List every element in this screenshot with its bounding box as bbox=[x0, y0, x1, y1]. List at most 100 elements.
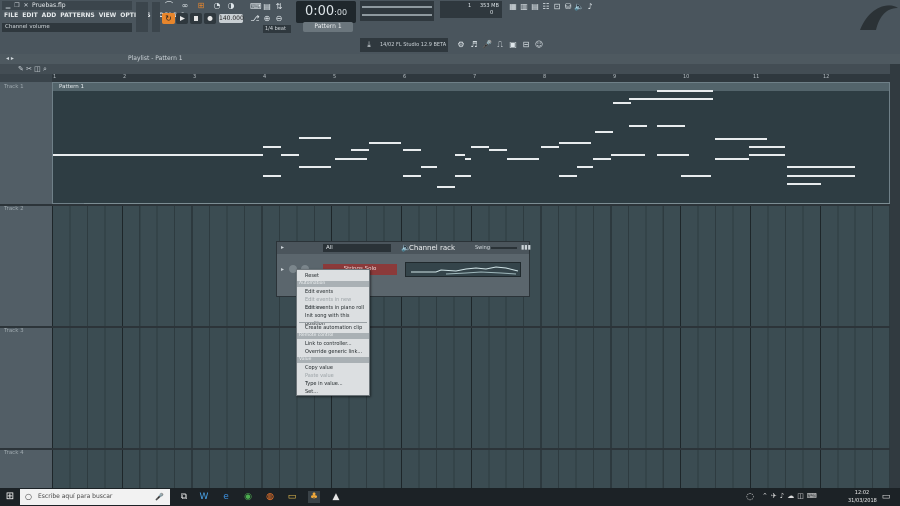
audio-icon[interactable]: ♬ bbox=[469, 40, 479, 50]
menu-create-automation-clip[interactable]: Create automation clip bbox=[297, 324, 369, 332]
record-button[interactable] bbox=[204, 13, 216, 24]
app-icon[interactable]: W bbox=[198, 491, 210, 503]
pattern-selector[interactable]: Pattern 1 bbox=[303, 22, 353, 32]
note bbox=[351, 149, 369, 151]
download-icon[interactable]: ⤓ bbox=[364, 40, 374, 50]
menu-type-in-value[interactable]: Type in value... bbox=[297, 380, 369, 388]
system-tray-icons[interactable]: ⌃✈♪☁◫⌨ bbox=[762, 492, 820, 500]
play-button[interactable] bbox=[176, 13, 188, 24]
fl-studio-taskbar-icon[interactable]: ♣ bbox=[308, 491, 320, 503]
windows-start-icon[interactable]: ⊞ bbox=[4, 491, 16, 503]
overdub-icon[interactable]: ⊕ bbox=[262, 14, 272, 24]
menu-reset[interactable]: Reset bbox=[297, 272, 369, 280]
firefox-icon[interactable]: ◍ bbox=[264, 491, 276, 503]
channel-rack-header: ▸ All 🔈 Channel rack Swing ▮▮▮ bbox=[277, 242, 531, 254]
channel-rack-icon[interactable]: ▤ bbox=[530, 2, 540, 12]
render-icon[interactable]: ⊟ bbox=[521, 40, 531, 50]
photos-icon[interactable]: ▲ bbox=[330, 491, 342, 503]
minimize-icon[interactable]: ▁ bbox=[4, 2, 12, 9]
save-icon[interactable]: ▣ bbox=[508, 40, 518, 50]
stop-button[interactable] bbox=[190, 13, 202, 24]
tempo-display[interactable]: 140.000 bbox=[219, 14, 244, 23]
keyboard-icon[interactable]: ⌨ bbox=[250, 2, 262, 12]
pat-song-icon[interactable]: ⌒ bbox=[164, 1, 174, 11]
channel-expand-icon[interactable]: ▸ bbox=[281, 266, 284, 273]
ruler-tick: 2 bbox=[123, 74, 127, 80]
step-edit-icon[interactable]: ⇅ bbox=[274, 2, 284, 12]
tempo-tapper-icon[interactable]: ♪ bbox=[585, 2, 595, 12]
midi-icon[interactable]: ⎍ bbox=[495, 40, 505, 50]
output-monitor bbox=[360, 1, 434, 21]
note bbox=[489, 149, 507, 151]
menu-view[interactable]: VIEW bbox=[97, 11, 119, 21]
menu-edit-events[interactable]: Edit events bbox=[297, 288, 369, 296]
channel-rack-arrow-icon[interactable]: ▸ bbox=[281, 244, 284, 251]
master-pitch-slider[interactable] bbox=[152, 2, 160, 32]
graph-icon[interactable]: ▮▮▮ bbox=[521, 244, 531, 251]
track-divider bbox=[0, 204, 890, 206]
menu-add[interactable]: ADD bbox=[40, 11, 59, 21]
ruler-tick: 9 bbox=[613, 74, 617, 80]
search-placeholder: Escribe aquí para buscar bbox=[38, 493, 113, 500]
plugin-picker-icon[interactable]: ⛁ bbox=[563, 2, 573, 12]
channel-piano-roll-preview[interactable] bbox=[405, 262, 521, 277]
piano-roll-icon[interactable]: ▥ bbox=[519, 2, 529, 12]
notifications-icon[interactable]: ▭ bbox=[880, 491, 892, 503]
close-icon[interactable]: ✕ bbox=[22, 2, 30, 9]
track-1-label[interactable]: Track 1 bbox=[4, 84, 24, 90]
channel-filter-select[interactable]: All bbox=[323, 244, 391, 252]
snap-select[interactable]: 1/4 beat bbox=[263, 25, 291, 33]
menu-edit[interactable]: EDIT bbox=[20, 11, 39, 21]
timeline-ruler[interactable]: 1 2 3 4 5 6 7 8 9 10 11 12 bbox=[52, 74, 890, 82]
task-view-icon[interactable]: ⧉ bbox=[178, 491, 190, 503]
menu-file[interactable]: FILE bbox=[2, 11, 20, 21]
chrome-icon[interactable]: ◉ bbox=[242, 491, 254, 503]
master-volume-slider[interactable] bbox=[136, 2, 148, 32]
playlist-vertical-scrollbar[interactable] bbox=[890, 64, 900, 488]
metronome-icon[interactable]: ◔ bbox=[212, 1, 222, 11]
browser-icon[interactable]: ⊡ bbox=[552, 2, 562, 12]
typing-keyboard-icon[interactable]: ▤ bbox=[262, 2, 272, 12]
menu-copy-value[interactable]: Copy value bbox=[297, 364, 369, 372]
record-mode-icon[interactable]: ⊞ bbox=[196, 1, 206, 11]
pencil-icon[interactable]: ✎ ✂ ◫ ⌕ bbox=[18, 64, 47, 74]
playlist-icon[interactable]: ▦ bbox=[508, 2, 518, 12]
file-explorer-icon[interactable]: ▭ bbox=[286, 491, 298, 503]
menu-patterns[interactable]: PATTERNS bbox=[58, 11, 96, 21]
countdown-icon[interactable]: ⊖ bbox=[274, 14, 284, 24]
link-icon[interactable]: ∞ bbox=[180, 1, 190, 11]
microphone-icon[interactable]: 🎤 bbox=[155, 489, 164, 505]
menu-edit-events-piano-roll[interactable]: Edit events in piano roll bbox=[297, 304, 369, 312]
track-4-label[interactable]: Track 4 bbox=[4, 450, 24, 456]
track-3-label[interactable]: Track 3 bbox=[4, 328, 24, 334]
settings-icon[interactable]: ⚙ bbox=[456, 40, 466, 50]
note bbox=[471, 146, 489, 148]
playlist-toolbar: ✎ ✂ ◫ ⌕ bbox=[0, 64, 900, 74]
microphone-icon[interactable]: 🎤 bbox=[482, 40, 492, 50]
network-status-icon[interactable]: ◌ bbox=[744, 491, 756, 503]
song-mode-button[interactable]: ↻ bbox=[162, 13, 175, 24]
menu-init-song[interactable]: Init song with this position bbox=[297, 312, 369, 327]
speaker-icon[interactable]: 🔈 bbox=[574, 2, 584, 12]
restore-icon[interactable]: ❐ bbox=[13, 2, 21, 9]
taskbar-clock[interactable]: 12:02 31/03/2018 bbox=[848, 489, 877, 505]
track-divider bbox=[0, 326, 890, 328]
clock-time: 12:02 bbox=[854, 490, 870, 496]
track-2-label[interactable]: Track 2 bbox=[4, 206, 24, 212]
swing-slider[interactable] bbox=[491, 247, 517, 249]
mixer-icon[interactable]: ☷ bbox=[541, 2, 551, 12]
taskbar-search-box[interactable]: ○ Escribe aquí para buscar 🎤 bbox=[20, 489, 170, 505]
pattern-clip[interactable]: Pattern 1 bbox=[52, 82, 890, 204]
edge-icon[interactable]: e bbox=[220, 491, 232, 503]
menu-link-controller[interactable]: Link to controller... bbox=[297, 340, 369, 348]
menu-override-generic-link[interactable]: Override generic link... bbox=[297, 348, 369, 356]
playlist-arrow-icon[interactable]: ◂ ▸ bbox=[6, 54, 14, 64]
tempo-icon[interactable]: ◑ bbox=[226, 1, 236, 11]
blend-icon[interactable]: ⎇ bbox=[250, 14, 260, 24]
song-position-display[interactable]: 0:00:00 bbox=[296, 1, 356, 23]
chat-icon[interactable]: ☺ bbox=[534, 40, 544, 50]
note bbox=[421, 166, 437, 168]
menu-set[interactable]: Set... bbox=[297, 388, 369, 396]
clock-date: 31/03/2018 bbox=[848, 498, 877, 504]
menu-edit-events-new-window: Edit events in new window bbox=[305, 297, 352, 311]
